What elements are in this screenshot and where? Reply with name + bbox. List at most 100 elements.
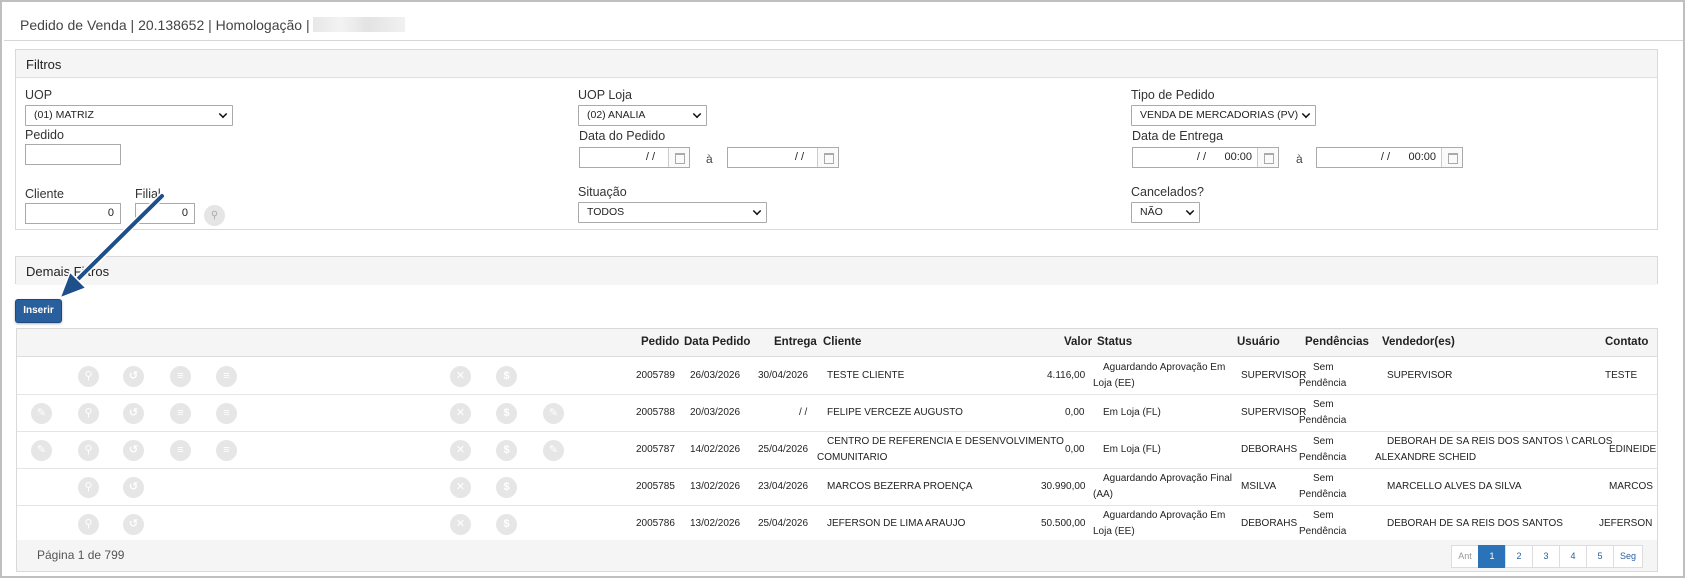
table-header: Pedido Data Pedido Entrega Cliente Valor… <box>17 329 1657 357</box>
cell-entrega: 30/04/2026 <box>758 370 809 381</box>
data-pedido-from-input[interactable]: / / <box>579 147 690 168</box>
cell-pendencias-line2: Pendência <box>1299 415 1347 426</box>
uop-loja-select[interactable]: (02) ANALIA <box>578 105 707 126</box>
page-title: Pedido de Venda | 20.138652 | Homologaçã… <box>4 4 1683 41</box>
col-pendencias[interactable]: Pendências <box>1305 336 1369 348</box>
cancelados-select[interactable]: NÃO <box>1131 202 1200 223</box>
cell-cliente: CENTRO DE REFERENCIA E DESENVOLVIMENTO <box>827 436 1064 447</box>
cancel-icon[interactable]: ✕ <box>450 403 471 424</box>
col-vendedor[interactable]: Vendedor(es) <box>1382 336 1455 348</box>
uop-select[interactable]: (01) MATRIZ <box>25 105 233 126</box>
cell-pendencias-line2: Pendência <box>1299 378 1347 389</box>
history-icon[interactable]: ↺ <box>123 440 144 461</box>
cell-data: 26/03/2026 <box>690 370 741 381</box>
pagination-page-3[interactable]: 3 <box>1531 545 1560 568</box>
menu-icon[interactable]: ≡ <box>216 403 237 424</box>
calendar-icon[interactable] <box>1257 148 1278 167</box>
cell-status-line2: Loja (EE) <box>1093 378 1135 389</box>
history-icon[interactable]: ↺ <box>123 366 144 387</box>
dollar-icon[interactable]: $ <box>496 403 517 424</box>
data-entrega-to-input[interactable]: / / 00:00 <box>1316 147 1463 168</box>
pagination-next[interactable]: Seg <box>1612 545 1643 568</box>
cell-pendencias-line2: Pendência <box>1299 452 1347 463</box>
col-valor[interactable]: Valor <box>1064 336 1092 348</box>
col-data-pedido[interactable]: Data Pedido <box>684 336 750 348</box>
col-contato[interactable]: Contato <box>1605 336 1648 348</box>
data-pedido-to-input[interactable]: / / <box>727 147 839 168</box>
cell-pedido: 2005788 <box>636 407 675 418</box>
cell-valor: 0,00 <box>1065 444 1085 455</box>
cell-status: Aguardando Aprovação Final <box>1103 473 1232 484</box>
dollar-icon[interactable]: $ <box>496 477 517 498</box>
cancelados-label: Cancelados? <box>1131 185 1204 199</box>
pagination-prev[interactable]: Ant <box>1450 545 1479 568</box>
pagination-page-4[interactable]: 4 <box>1558 545 1587 568</box>
demais-filtros-panel[interactable]: Demais Filtros <box>15 256 1658 285</box>
situacao-select[interactable]: TODOS <box>578 202 767 223</box>
cell-entrega: / / <box>799 407 808 418</box>
list-icon[interactable]: ≡ <box>170 366 191 387</box>
search-icon[interactable]: ⚲ <box>78 514 99 535</box>
cancel-icon[interactable]: ✕ <box>450 514 471 535</box>
history-icon[interactable]: ↺ <box>123 514 144 535</box>
chevron-down-icon <box>692 109 702 119</box>
cancel-icon[interactable]: ✕ <box>450 477 471 498</box>
data-pedido-label: Data do Pedido <box>579 129 666 143</box>
list-icon[interactable]: ≡ <box>170 440 191 461</box>
list-icon[interactable]: ≡ <box>170 403 191 424</box>
cancel-icon[interactable]: ✕ <box>450 366 471 387</box>
col-usuario[interactable]: Usuário <box>1237 336 1280 348</box>
calendar-icon[interactable] <box>817 148 838 167</box>
cell-cliente: FELIPE VERCEZE AUGUSTO <box>827 407 963 418</box>
search-icon[interactable]: ⚲ <box>78 440 99 461</box>
filial-label: Filial <box>135 187 161 201</box>
dollar-icon[interactable]: $ <box>496 514 517 535</box>
search-icon[interactable]: ⚲ <box>78 366 99 387</box>
filters-panel: Filtros <box>15 49 1658 230</box>
table-row[interactable]: ✎ ⚲ ↺ ≡ ≡ ✕ $ ✎ 2005788 20/03/2026 / / F… <box>17 395 1657 432</box>
cell-status: Em Loja (FL) <box>1103 407 1161 418</box>
cliente-input[interactable]: 0 <box>25 203 121 224</box>
pagination-page-1[interactable]: 1 <box>1477 545 1506 568</box>
col-entrega[interactable]: Entrega <box>774 336 817 348</box>
table-row[interactable]: ⚲ ↺ ✕ $ 2005786 13/02/2026 25/04/2026 JE… <box>17 506 1657 543</box>
dollar-icon[interactable]: $ <box>496 366 517 387</box>
menu-icon[interactable]: ≡ <box>216 440 237 461</box>
pagination-page-5[interactable]: 5 <box>1585 545 1614 568</box>
search-icon[interactable]: ⚲ <box>78 477 99 498</box>
cell-entrega: 23/04/2026 <box>758 481 809 492</box>
edit-icon[interactable]: ✎ <box>31 440 52 461</box>
tipo-pedido-select[interactable]: VENDA DE MERCADORIAS (PV) <box>1131 105 1316 126</box>
cell-data: 20/03/2026 <box>690 407 741 418</box>
history-icon[interactable]: ↺ <box>123 403 144 424</box>
col-cliente[interactable]: Cliente <box>823 336 861 348</box>
demais-filtros-heading[interactable]: Demais Filtros <box>16 257 1657 285</box>
filial-input[interactable]: 0 <box>135 203 195 224</box>
search-icon[interactable]: ⚲ <box>204 205 225 226</box>
cell-pedido: 2005787 <box>636 444 675 455</box>
table-row[interactable]: ⚲ ↺ ≡ ≡ ✕ $ 2005789 26/03/2026 30/04/202… <box>17 358 1657 395</box>
data-entrega-from-input[interactable]: / / 00:00 <box>1132 147 1279 168</box>
menu-icon[interactable]: ≡ <box>216 366 237 387</box>
tipo-pedido-select-value: VENDA DE MERCADORIAS (PV) <box>1140 109 1299 121</box>
data-entrega-from-value: / / <box>1196 151 1206 163</box>
edit-note-icon[interactable]: ✎ <box>543 440 564 461</box>
table-row[interactable]: ⚲ ↺ ✕ $ 2005785 13/02/2026 23/04/2026 MA… <box>17 469 1657 506</box>
edit-note-icon[interactable]: ✎ <box>543 403 564 424</box>
edit-icon[interactable]: ✎ <box>31 403 52 424</box>
data-entrega-from-time: 00:00 <box>1224 151 1252 163</box>
cell-pedido: 2005789 <box>636 370 675 381</box>
inserir-button[interactable]: Inserir <box>15 299 62 323</box>
calendar-icon[interactable] <box>1441 148 1462 167</box>
calendar-icon[interactable] <box>668 148 689 167</box>
history-icon[interactable]: ↺ <box>123 477 144 498</box>
cell-pendencias: Sem <box>1313 436 1334 447</box>
search-icon[interactable]: ⚲ <box>78 403 99 424</box>
col-status[interactable]: Status <box>1097 336 1132 348</box>
pedido-input[interactable] <box>25 144 121 165</box>
col-pedido[interactable]: Pedido <box>641 336 679 348</box>
pagination-page-2[interactable]: 2 <box>1504 545 1533 568</box>
cancel-icon[interactable]: ✕ <box>450 440 471 461</box>
table-row[interactable]: ✎ ⚲ ↺ ≡ ≡ ✕ $ ✎ 2005787 14/02/2026 25/04… <box>17 432 1657 469</box>
dollar-icon[interactable]: $ <box>496 440 517 461</box>
